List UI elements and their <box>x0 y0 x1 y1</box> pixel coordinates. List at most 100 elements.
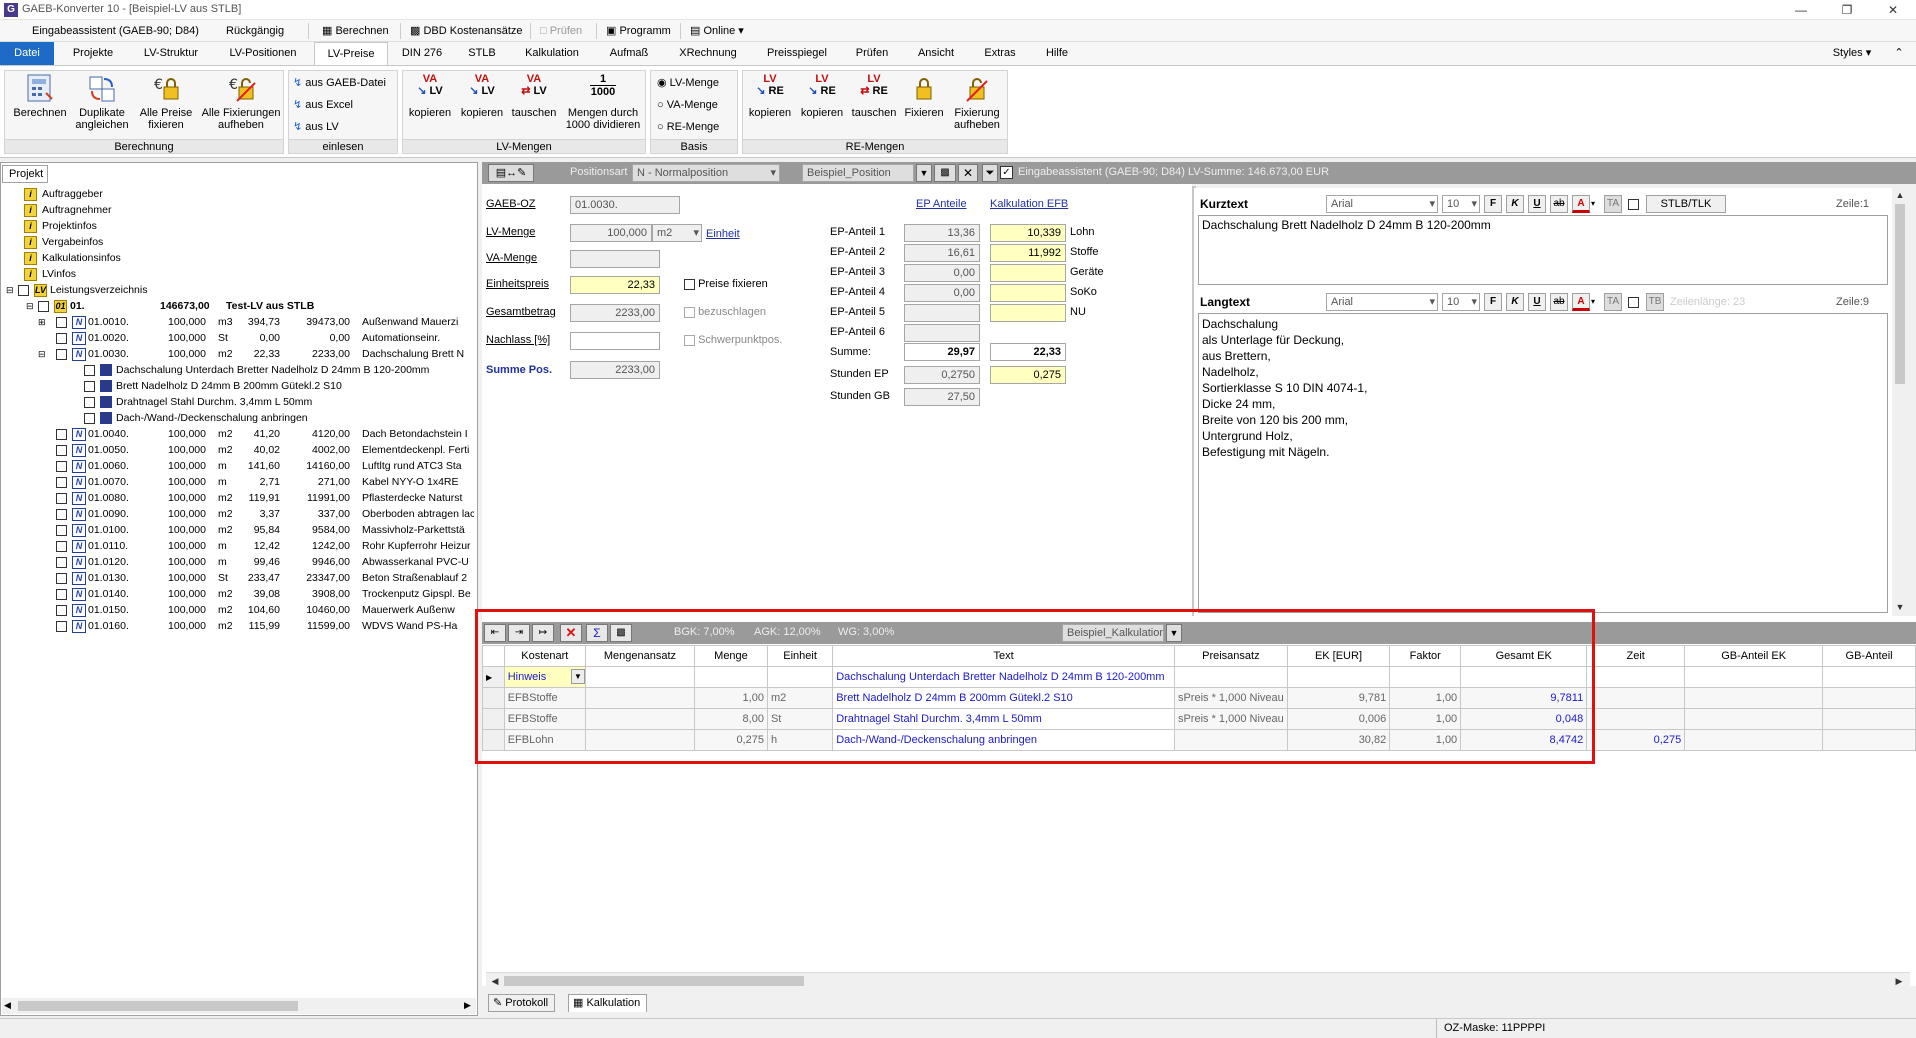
tab-ansicht[interactable]: Ansicht <box>904 42 968 65</box>
checkbox[interactable] <box>56 476 67 488</box>
kostenart-cell[interactable]: EFBStoffe <box>503 687 586 709</box>
checkbox[interactable] <box>84 412 95 424</box>
checkbox[interactable] <box>56 604 67 616</box>
gb-field[interactable]: 2233,00 <box>570 304 660 322</box>
duplicates-button[interactable]: Duplikate angleichen <box>71 73 133 131</box>
font-color-button[interactable]: A <box>1572 293 1590 311</box>
radio-re-menge[interactable]: ○ RE-Menge <box>657 117 719 137</box>
einheit-cell[interactable]: St <box>766 708 834 730</box>
unfix-all-button[interactable]: € Alle Fixierungen aufheben <box>199 73 283 131</box>
lv-copy-1-button[interactable]: VA ↘ LV kopieren <box>405 73 455 119</box>
einheit-cell[interactable] <box>766 666 834 688</box>
checkbox[interactable] <box>56 428 67 440</box>
undo-button[interactable]: Rückgängig <box>222 23 288 39</box>
column-header[interactable]: Einheit <box>766 645 834 667</box>
scroll-right-icon[interactable]: ▶ <box>1892 974 1906 988</box>
font-color-button[interactable]: A <box>1572 195 1590 213</box>
tb-button[interactable]: TB <box>1646 293 1664 311</box>
import-excel-button[interactable]: ↯ aus Excel <box>293 95 353 115</box>
styles-menu[interactable]: Styles ▾ <box>1822 42 1882 65</box>
chevron-down-icon[interactable]: ▼ <box>916 164 932 182</box>
tab-din276[interactable]: DIN 276 <box>392 42 452 65</box>
lv-copy-2-button[interactable]: VA ↘ LV kopieren <box>457 73 507 119</box>
scroll-thumb[interactable] <box>1895 204 1905 384</box>
gesamt-ek-cell[interactable]: 8,4742 <box>1460 729 1588 751</box>
check-quick-button[interactable]: □ Prüfen <box>536 23 586 39</box>
tab-kalkulation-bottom[interactable]: ▦ Kalkulation <box>568 994 648 1012</box>
tab-lv-struktur[interactable]: LV-Struktur <box>130 42 212 65</box>
row-indicator[interactable] <box>482 708 505 730</box>
radio-va-menge[interactable]: ○ VA-Menge <box>657 95 718 115</box>
tab-aufmass[interactable]: Aufmaß <box>596 42 662 65</box>
italic-button[interactable]: K <box>1506 293 1524 311</box>
lang-size-select[interactable]: 10 ▾ <box>1442 293 1480 311</box>
zeit-cell[interactable]: 0,275 <box>1586 729 1686 751</box>
assistant-button[interactable]: Eingabeassistent (GAEB-90; D84) <box>28 23 203 39</box>
kostenart-cell[interactable]: Hinweis ▼ <box>503 666 586 688</box>
strike-button[interactable]: ab <box>1550 195 1568 213</box>
unit-select[interactable]: m2 ▾ <box>652 224 702 242</box>
checkbox[interactable] <box>18 284 29 296</box>
insert-row-icon[interactable]: ⇤ <box>484 624 506 642</box>
scroll-thumb[interactable] <box>504 976 804 986</box>
import-gaeb-button[interactable]: ↯ aus GAEB-Datei <box>293 73 386 93</box>
minimize-button[interactable]: — <box>1778 0 1824 20</box>
bezuschlagen-checkbox[interactable]: bezuschlagen <box>684 306 766 318</box>
column-header[interactable]: Zeit <box>1586 645 1686 667</box>
gesamt-ek-cell[interactable] <box>1460 666 1588 688</box>
checkbox[interactable] <box>56 444 67 456</box>
gesamt-ek-cell[interactable]: 9,7811 <box>1460 687 1588 709</box>
italic-button[interactable]: K <box>1506 195 1524 213</box>
indent-row-icon[interactable]: ↦ <box>532 624 554 642</box>
ep-field[interactable]: 22,33 <box>570 276 660 294</box>
tab-projekte[interactable]: Projekte <box>60 42 126 65</box>
tab-lv-preise[interactable]: LV-Preise <box>314 42 388 65</box>
gb-anteil-ek-cell[interactable] <box>1684 708 1824 730</box>
faktor-cell[interactable]: 1,00 <box>1389 729 1462 751</box>
einheit-cell[interactable]: m2 <box>766 687 834 709</box>
tab-extras[interactable]: Extras <box>972 42 1028 65</box>
tree-hscroll[interactable]: ◀ ▶ <box>2 998 476 1014</box>
kostenart-cell[interactable]: EFBStoffe <box>503 708 586 730</box>
online-button[interactable]: ▤ Online ▾ <box>686 23 748 39</box>
strike-button[interactable]: ab <box>1550 293 1568 311</box>
filter-icon[interactable]: ⏷ <box>982 164 998 182</box>
dbd-button[interactable]: ▩ DBD Kostenansätze <box>406 23 527 39</box>
kurz-size-select[interactable]: 10 ▾ <box>1442 195 1480 213</box>
lv-swap-button[interactable]: VA ⇄ LV tauschen <box>509 73 559 119</box>
efb-anteil-value[interactable] <box>990 304 1066 322</box>
faktor-cell[interactable]: 1,00 <box>1389 687 1462 709</box>
kurz-font-select[interactable]: Arial ▾ <box>1326 195 1438 213</box>
gb-anteil-cell[interactable] <box>1822 708 1916 730</box>
column-header[interactable]: Mengenansatz <box>584 645 696 667</box>
zeit-cell[interactable] <box>1586 708 1686 730</box>
bold-button[interactable]: F <box>1484 195 1502 213</box>
checkbox[interactable] <box>684 334 695 346</box>
tab-preisspiegel[interactable]: Preisspiegel <box>754 42 840 65</box>
checkbox[interactable] <box>84 396 95 408</box>
column-header[interactable]: Kostenart <box>503 645 586 667</box>
efb-anteil-value[interactable]: 11,992 <box>990 244 1066 262</box>
calc-quick-button[interactable]: ▦ Berechnen <box>318 23 393 39</box>
calc-profile-select[interactable]: Beispiel_Kalkulation <box>1062 624 1164 642</box>
checkbox[interactable] <box>56 332 67 344</box>
zeit-cell[interactable] <box>1586 687 1686 709</box>
preisansatz-cell[interactable]: sPreis * 1,000 Niveau <box>1173 687 1288 709</box>
ek-cell[interactable]: 9,781 <box>1286 687 1391 709</box>
lang-checkbox[interactable] <box>1628 296 1639 308</box>
checkbox[interactable] <box>56 540 67 552</box>
menge-cell[interactable]: 0,275 <box>694 729 768 751</box>
zeit-cell[interactable] <box>1586 666 1686 688</box>
restore-button[interactable]: ❐ <box>1824 0 1870 20</box>
mengenansatz-cell[interactable] <box>584 666 696 688</box>
scroll-left-icon[interactable]: ◀ <box>488 974 502 988</box>
checkbox[interactable] <box>684 306 695 318</box>
kurz-checkbox[interactable] <box>1628 198 1639 210</box>
tab-pruefen[interactable]: Prüfen <box>844 42 900 65</box>
gb-anteil-ek-cell[interactable] <box>1684 729 1824 751</box>
menge-cell[interactable]: 1,00 <box>694 687 768 709</box>
text-cell[interactable]: Drahtnagel Stahl Durchm. 3,4mm L 50mm <box>832 708 1175 730</box>
lang-font-select[interactable]: Arial ▾ <box>1326 293 1438 311</box>
tab-hilfe[interactable]: Hilfe <box>1032 42 1082 65</box>
ek-cell[interactable] <box>1286 666 1391 688</box>
